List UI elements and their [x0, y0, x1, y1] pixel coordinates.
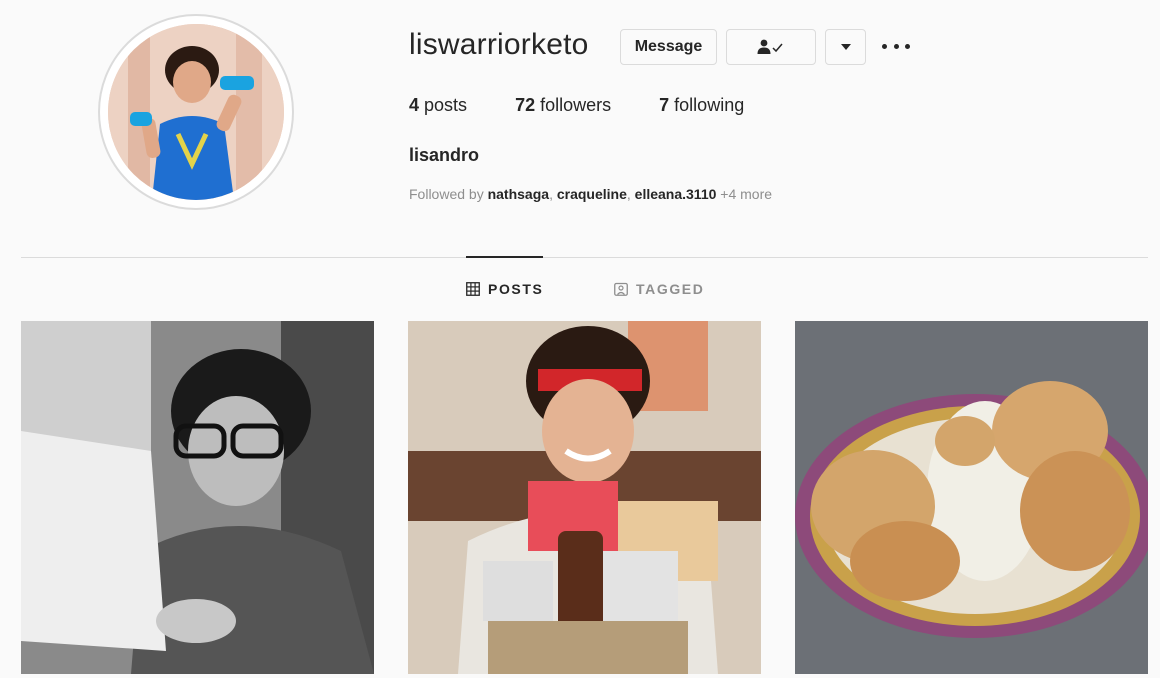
post-thumbnail[interactable]: [21, 321, 374, 674]
more-dot: [893, 43, 899, 49]
followed-by-user[interactable]: elleana.3110: [635, 186, 717, 202]
tag-user-icon: [614, 282, 628, 296]
followers-link[interactable]: 72 followers: [515, 95, 611, 116]
posts-count-label: posts: [424, 95, 468, 115]
post-thumbnail[interactable]: [408, 321, 761, 674]
post-photo: [408, 321, 761, 674]
tab-posts-label: POSTS: [488, 281, 544, 297]
tab-tagged[interactable]: TAGGED: [614, 281, 704, 297]
caret-down-icon: [840, 44, 851, 50]
avatar-photo: [108, 24, 284, 200]
following-button[interactable]: [726, 29, 816, 65]
message-button[interactable]: Message: [620, 29, 717, 65]
following-label: following: [674, 95, 745, 115]
followed-by[interactable]: Followed by nathsaga, craqueline, ellean…: [409, 186, 772, 202]
post-thumbnail[interactable]: [795, 321, 1148, 674]
suggested-accounts-dropdown[interactable]: [825, 29, 866, 65]
followers-label: followers: [540, 95, 612, 115]
tab-posts[interactable]: POSTS: [466, 281, 543, 297]
following-count-value: 7: [659, 95, 670, 115]
followed-by-separator: ,: [626, 186, 635, 202]
profile-full-name: lisandro: [409, 145, 480, 165]
tab-tagged-label: TAGGED: [636, 281, 705, 297]
grid-icon: [466, 282, 480, 296]
posts-count-value: 4: [409, 95, 420, 115]
post-photo: [21, 321, 374, 674]
avatar[interactable]: [108, 24, 284, 200]
more-options-icon[interactable]: [882, 35, 910, 57]
person-check-icon: [757, 39, 783, 54]
following-link[interactable]: 7 following: [659, 95, 744, 116]
followed-by-user[interactable]: nathsaga: [488, 186, 549, 202]
post-photo: [795, 321, 1148, 674]
followed-by-more: +4 more: [716, 186, 773, 202]
profile-username: liswarriorketo: [409, 28, 589, 61]
followed-by-separator: ,: [549, 186, 557, 202]
more-dot: [882, 43, 887, 49]
posts-count: 4 posts: [409, 95, 467, 116]
tabs-divider: [21, 257, 1148, 258]
profile-stats: 4 posts 72 followers 7 following: [409, 95, 792, 116]
active-tab-indicator: [466, 256, 543, 258]
followed-by-prefix: Followed by: [409, 186, 488, 202]
followers-count-value: 72: [515, 95, 536, 115]
followed-by-user[interactable]: craqueline: [557, 186, 627, 202]
more-dot: [905, 43, 910, 49]
